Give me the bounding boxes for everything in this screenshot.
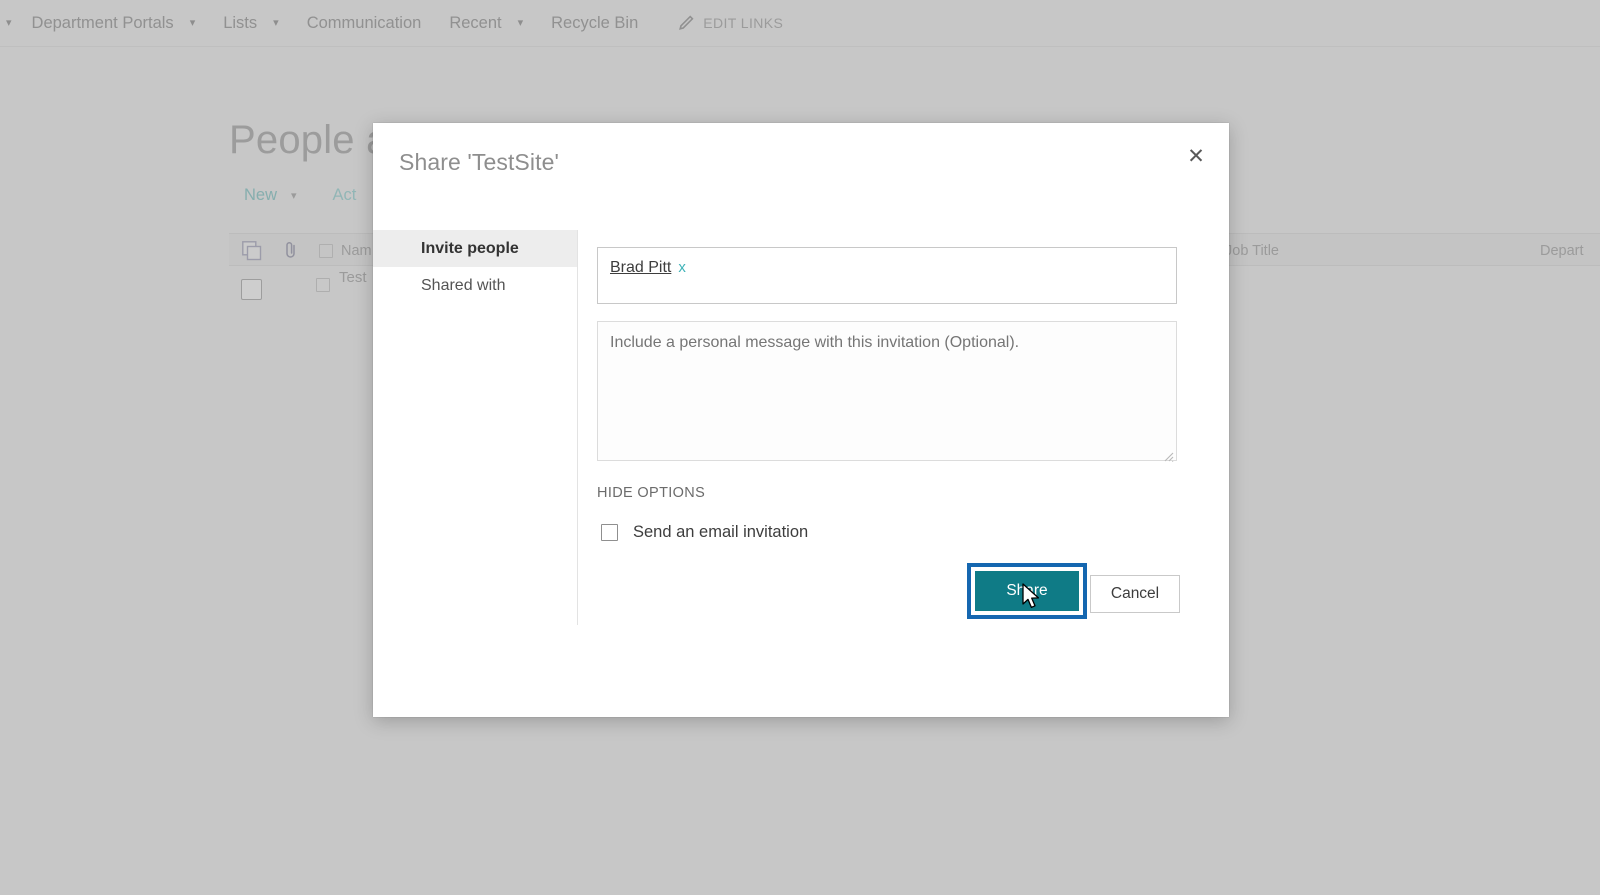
dialog-title: Share 'TestSite': [399, 149, 559, 175]
cancel-button[interactable]: Cancel: [1090, 575, 1180, 613]
sidebar-item-label: Shared with: [421, 276, 506, 294]
personal-message-input[interactable]: [597, 321, 1177, 461]
sidebar-item-invite-people[interactable]: Invite people: [373, 230, 578, 267]
share-dialog: Share 'TestSite' ✕ Invite people Shared …: [373, 123, 1229, 717]
send-email-invitation-option[interactable]: Send an email invitation: [601, 523, 808, 542]
dialog-sidebar-divider: [577, 230, 578, 625]
remove-person-icon[interactable]: x: [678, 259, 686, 276]
send-email-invitation-checkbox[interactable]: [601, 524, 618, 541]
share-button[interactable]: Share: [975, 571, 1079, 611]
sidebar-item-shared-with[interactable]: Shared with: [373, 267, 578, 304]
sidebar-item-label: Invite people: [421, 239, 519, 257]
hide-options-link[interactable]: HIDE OPTIONS: [597, 485, 705, 501]
dialog-sidebar: Invite people Shared with: [373, 230, 578, 304]
person-chip-brad-pitt[interactable]: Brad Pitt: [610, 259, 671, 276]
people-picker-input[interactable]: Brad Pitt x: [597, 247, 1177, 304]
send-email-invitation-label: Send an email invitation: [633, 523, 809, 541]
close-icon[interactable]: ✕: [1181, 141, 1211, 171]
